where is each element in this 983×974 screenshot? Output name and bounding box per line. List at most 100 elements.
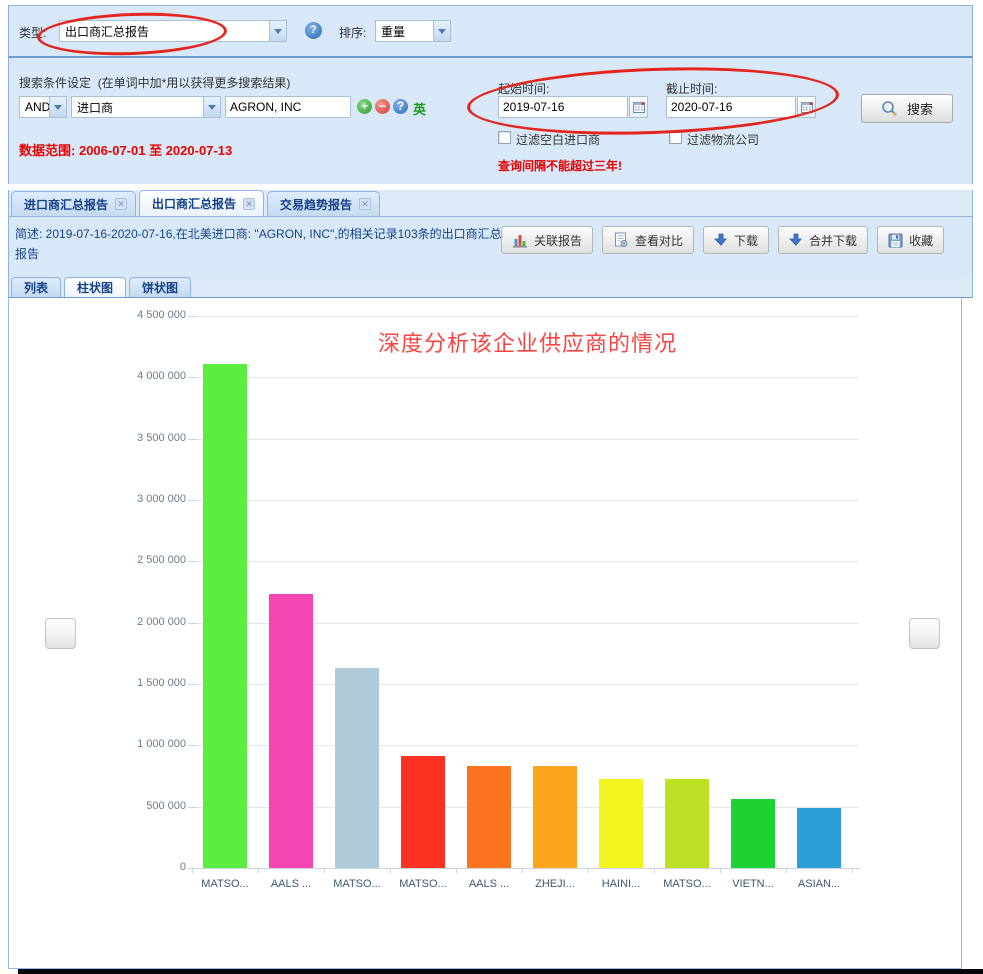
y-axis-label: 1 500 000: [46, 677, 186, 689]
window-bottom-edge: [18, 969, 983, 974]
y-axis-tick: [188, 439, 196, 440]
bar[interactable]: [335, 668, 379, 868]
favorite-button[interactable]: 收藏: [877, 226, 944, 254]
x-axis-label: MATSO...: [192, 878, 258, 890]
english-toggle-button[interactable]: 英: [413, 99, 426, 118]
scroll-left-button[interactable]: [45, 618, 76, 649]
close-icon[interactable]: ✕: [359, 198, 371, 210]
x-axis-tick: [654, 868, 655, 873]
x-axis-tick: [324, 868, 325, 873]
y-axis-tick: [188, 500, 196, 501]
related-reports-button[interactable]: 关联报告: [501, 226, 593, 254]
chevron-down-icon: [433, 21, 450, 41]
y-axis-label: 3 000 000: [46, 493, 186, 505]
bar[interactable]: [599, 779, 643, 868]
help-icon[interactable]: ?: [393, 99, 408, 114]
y-axis-tick: [188, 807, 196, 808]
close-icon[interactable]: ✕: [115, 198, 127, 210]
report-type-select[interactable]: 出口商汇总报告: [59, 20, 287, 42]
y-axis-label: 3 500 000: [46, 432, 186, 444]
x-axis-label: ZHEJI...: [522, 878, 588, 890]
start-date-input[interactable]: [498, 96, 628, 118]
download-arrow-icon: [789, 233, 803, 247]
keyword-input[interactable]: [225, 96, 351, 118]
gridline: [196, 316, 859, 317]
y-axis-label: 4 500 000: [46, 309, 186, 321]
query-warning-text: 查询间隔不能超过三年!: [498, 157, 622, 174]
bar[interactable]: [797, 808, 841, 868]
bar[interactable]: [269, 594, 313, 868]
report-toolbar: 关联报告 查看对比 下载 合并下载 收藏: [501, 226, 944, 254]
type-label: 类型:: [19, 24, 46, 41]
y-axis-tick: [188, 684, 196, 685]
y-axis-label: 4 000 000: [46, 370, 186, 382]
summary-text: 简述: 2019-07-16-2020-07-16,在北美进口商: "AGRON…: [15, 224, 507, 264]
x-axis-tick: [720, 868, 721, 873]
tab-importer-summary-report[interactable]: 进口商汇总报告 ✕: [11, 191, 136, 216]
gridline: [196, 377, 859, 378]
chart-title: 深度分析该企业供应商的情况: [196, 326, 859, 358]
bar[interactable]: [665, 779, 709, 868]
summary-bar: 简述: 2019-07-16-2020-07-16,在北美进口商: "AGRON…: [8, 216, 973, 277]
x-axis-label: AALS ...: [456, 878, 522, 890]
close-icon[interactable]: ✕: [243, 198, 255, 210]
bar[interactable]: [467, 766, 511, 868]
bool-operator-select[interactable]: AND: [19, 96, 67, 118]
help-icon[interactable]: ?: [305, 22, 322, 39]
end-time-label: 截止时间:: [666, 80, 717, 97]
calendar-icon[interactable]: [797, 96, 816, 118]
chevron-down-icon: [49, 97, 66, 117]
bar[interactable]: [731, 799, 775, 868]
report-page: 类型: 出口商汇总报告 ? 排序: 重量 搜索条件设定 (在单词中加*用以获得更…: [0, 0, 983, 974]
search-bar: 搜索条件设定 (在单词中加*用以获得更多搜索结果) AND 进口商 + − ? …: [8, 58, 973, 184]
search-button[interactable]: 搜索: [861, 94, 953, 123]
start-time-label: 起始时间:: [498, 80, 549, 97]
end-date-input[interactable]: [666, 96, 796, 118]
bar[interactable]: [533, 766, 577, 868]
search-button-label: 搜索: [907, 99, 933, 118]
remove-condition-icon[interactable]: −: [375, 99, 390, 114]
y-axis-tick: [188, 377, 196, 378]
y-axis-tick: [188, 623, 196, 624]
y-axis-label: 0: [46, 861, 186, 873]
data-range-text: 数据范围: 2006-07-01 至 2020-07-13: [19, 140, 232, 159]
tab-pie-chart-view[interactable]: 饼状图: [129, 277, 191, 297]
chevron-down-icon: [269, 21, 286, 41]
filter-logistics-checkbox[interactable]: [669, 131, 682, 144]
y-axis-label: 2 500 000: [46, 554, 186, 566]
x-axis-tick: [852, 868, 853, 873]
x-axis-tick: [192, 868, 193, 873]
x-axis-label: MATSO...: [390, 878, 456, 890]
report-type-value: 出口商汇总报告: [60, 23, 269, 40]
x-axis-label: MATSO...: [324, 878, 390, 890]
x-axis-tick: [258, 868, 259, 873]
filter-logistics-label: 过滤物流公司: [687, 131, 759, 148]
scroll-right-button[interactable]: [909, 618, 940, 649]
tab-trade-trend-report[interactable]: 交易趋势报告 ✕: [267, 191, 380, 216]
main-tab-strip: 进口商汇总报告 ✕ 出口商汇总报告 ✕ 交易趋势报告 ✕: [8, 190, 973, 216]
download-button[interactable]: 下载: [703, 226, 769, 254]
sort-label: 排序:: [339, 24, 366, 41]
x-axis-line: [192, 868, 860, 869]
merge-download-button[interactable]: 合并下载: [778, 226, 868, 254]
tab-list-view[interactable]: 列表: [11, 277, 61, 297]
bar[interactable]: [401, 756, 445, 868]
tab-bar-chart-view[interactable]: 柱状图: [64, 277, 126, 297]
view-compare-button[interactable]: 查看对比: [602, 226, 694, 254]
x-axis-label: ASIAN...: [786, 878, 852, 890]
search-field-select[interactable]: 进口商: [71, 96, 221, 118]
calendar-icon[interactable]: [629, 96, 648, 118]
app-window: 类型: 出口商汇总报告 ? 排序: 重量 搜索条件设定 (在单词中加*用以获得更…: [8, 5, 973, 969]
sort-value: 重量: [376, 23, 433, 40]
filter-blank-importer-checkbox[interactable]: [498, 131, 511, 144]
filter-blank-importer-label: 过滤空白进口商: [516, 131, 600, 148]
y-axis-tick: [188, 561, 196, 562]
bar[interactable]: [203, 364, 247, 868]
tab-exporter-summary-report[interactable]: 出口商汇总报告 ✕: [139, 190, 264, 216]
add-condition-icon[interactable]: +: [357, 99, 372, 114]
y-axis-label: 1 000 000: [46, 738, 186, 750]
gridline: [196, 500, 859, 501]
compare-doc-icon: [613, 232, 629, 248]
chart-panel: 深度分析该企业供应商的情况 0500 0001 000 0001 500 000…: [8, 298, 962, 969]
sort-select[interactable]: 重量: [375, 20, 451, 42]
